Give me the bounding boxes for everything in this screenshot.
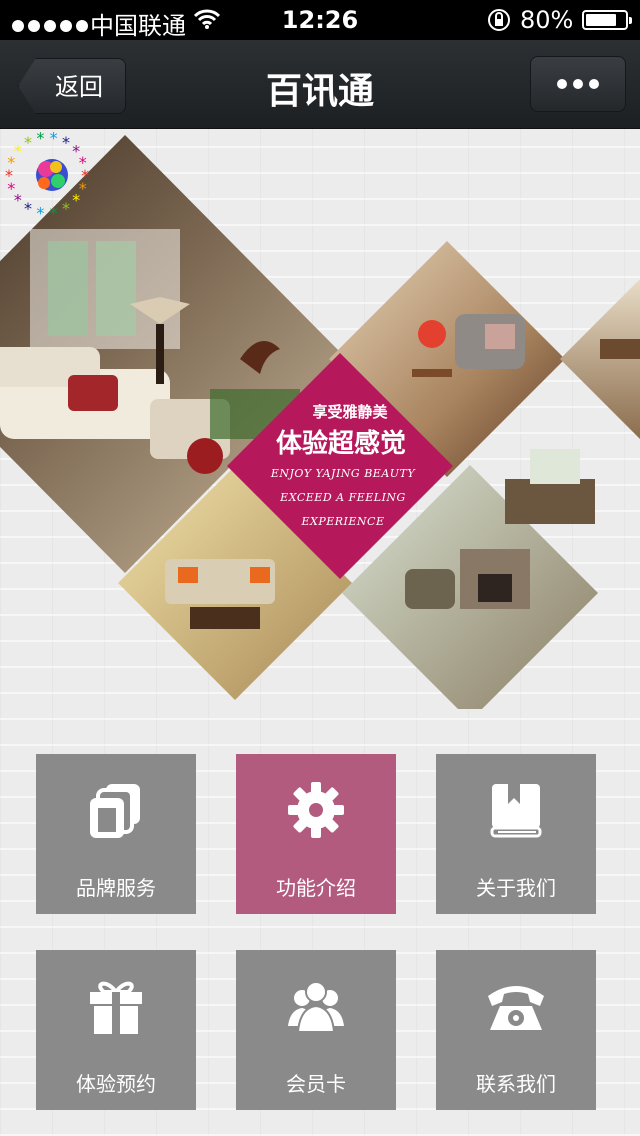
svg-text:*: * bbox=[50, 203, 58, 222]
members-icon bbox=[288, 981, 344, 1033]
more-button[interactable] bbox=[530, 56, 626, 112]
tile-book-experience[interactable]: 体验预约 bbox=[36, 950, 196, 1110]
more-dots-icon bbox=[554, 74, 602, 93]
rotation-lock-icon bbox=[486, 7, 512, 39]
gift-icon bbox=[90, 981, 142, 1034]
svg-text:*: * bbox=[62, 133, 70, 152]
status-bar: 中国联通 12:26 80% bbox=[0, 0, 640, 40]
tile-label: 体验预约 bbox=[76, 1072, 156, 1096]
tile-about-us[interactable]: 关于我们 bbox=[436, 754, 596, 914]
svg-text:*: * bbox=[36, 129, 44, 148]
battery-icon bbox=[582, 10, 632, 30]
tile-features[interactable]: 功能介绍 bbox=[236, 754, 396, 914]
battery-percent: 80% bbox=[520, 6, 574, 34]
telephone-icon bbox=[488, 986, 544, 1030]
svg-text:*: * bbox=[24, 133, 32, 152]
svg-text:*: * bbox=[72, 190, 80, 209]
svg-text:*: * bbox=[50, 129, 58, 148]
tile-contact-us[interactable]: 联系我们 bbox=[436, 950, 596, 1110]
colorful-badge-icon[interactable]: ************ * * * * ** bbox=[0, 129, 94, 223]
tile-member-card[interactable]: 会员卡 bbox=[236, 950, 396, 1110]
tile-brand-service[interactable]: 品牌服务 bbox=[36, 754, 196, 914]
gear-icon bbox=[288, 782, 344, 838]
svg-text:*: * bbox=[14, 142, 22, 161]
book-icon bbox=[490, 784, 542, 838]
room-photo-3 bbox=[560, 279, 640, 439]
svg-text:*: * bbox=[36, 203, 44, 222]
svg-text:*: * bbox=[79, 153, 87, 172]
svg-text:*: * bbox=[62, 199, 70, 218]
banner-collage[interactable]: 享受雅静美 体验超感觉 ENJOY YAJING BEAUTY EXCEED A… bbox=[0, 129, 640, 709]
tile-label: 关于我们 bbox=[476, 876, 556, 900]
tile-label: 功能介绍 bbox=[276, 876, 356, 900]
nav-bar: 返回 百讯通 bbox=[0, 40, 640, 129]
folders-icon bbox=[90, 784, 140, 838]
tile-label: 联系我们 bbox=[476, 1072, 556, 1096]
tile-label: 会员卡 bbox=[286, 1072, 346, 1096]
tile-label: 品牌服务 bbox=[76, 876, 156, 900]
svg-text:*: * bbox=[24, 199, 32, 218]
